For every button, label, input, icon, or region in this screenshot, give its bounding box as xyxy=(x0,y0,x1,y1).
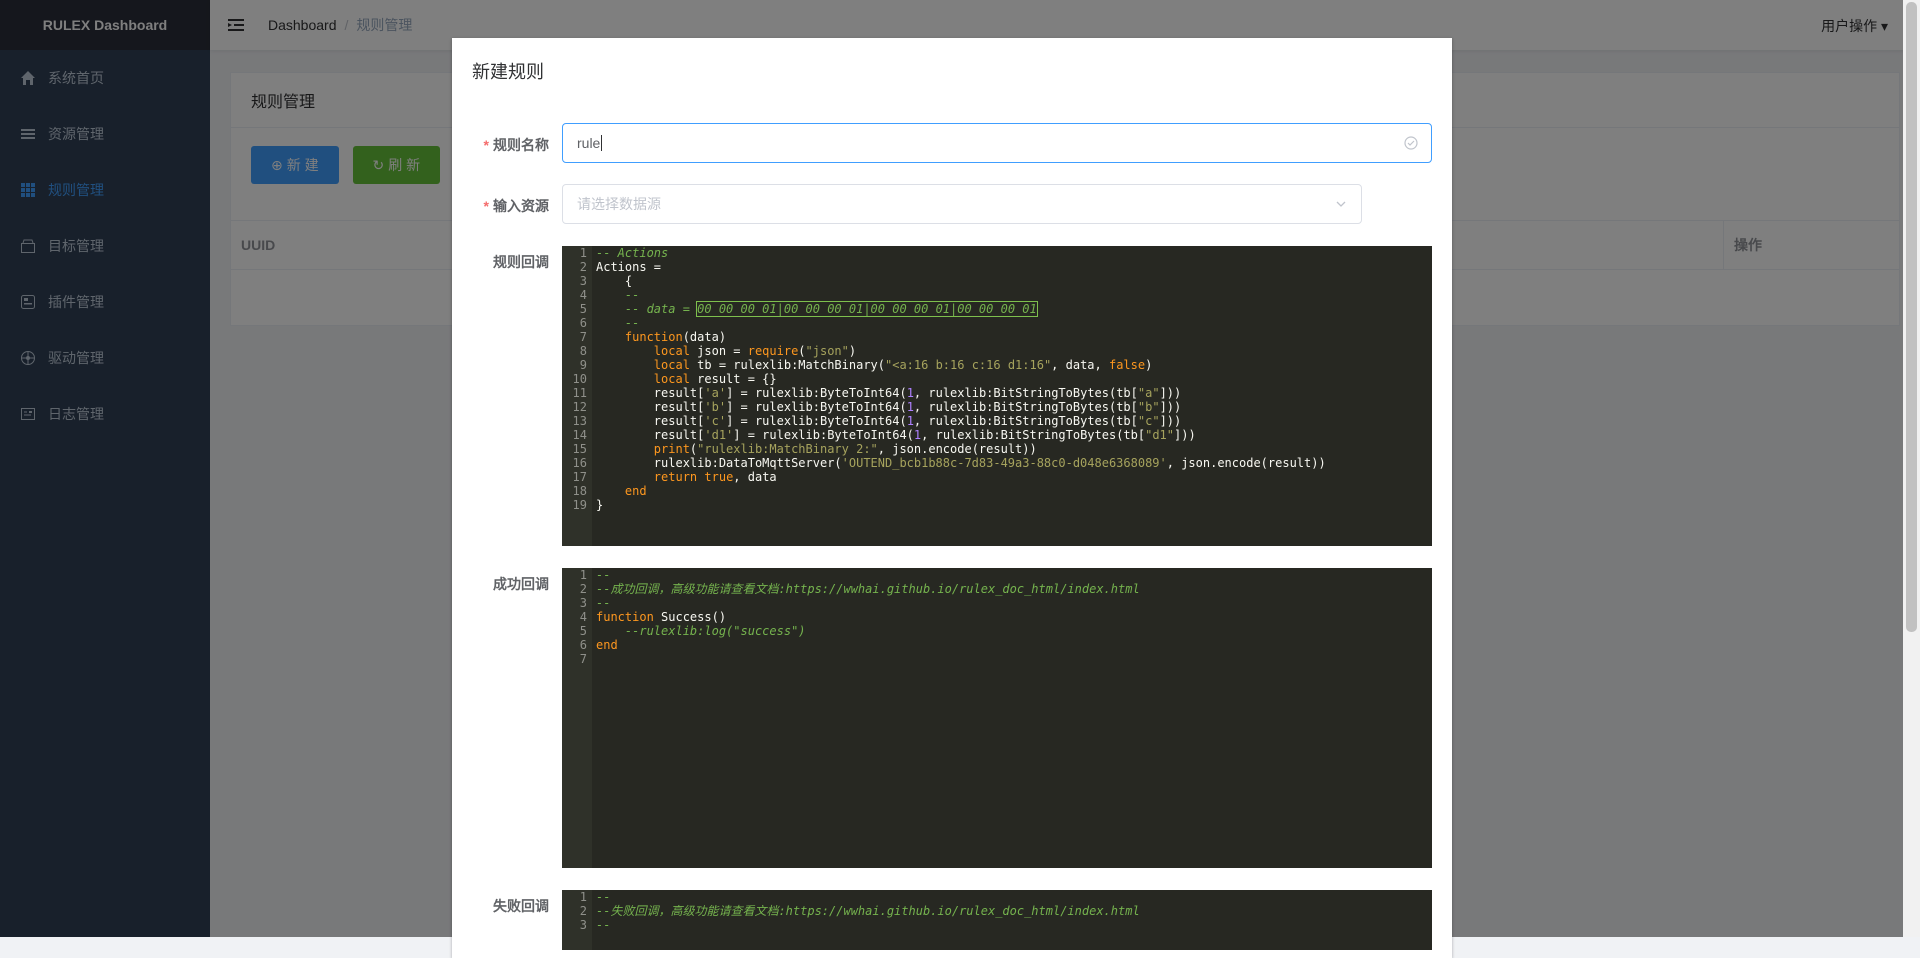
rule-name-input[interactable]: rule xyxy=(562,123,1432,163)
action-code-editor[interactable]: 1 2 3 4 5 6 7 8 9 10 11 12 13 14 15 16 17 18 19 -- Actions… xyxy=(562,246,1432,546)
line-number: 3 xyxy=(579,274,587,288)
code-line: function Success() xyxy=(596,610,727,624)
text-cursor xyxy=(601,135,603,151)
code-line: local tb = rulexlib:MatchBinary("<a:16 b… xyxy=(653,358,1153,372)
line-number: 9 xyxy=(579,358,587,372)
success-label: 成功回调 xyxy=(493,576,549,592)
code-line: Actions = xyxy=(596,260,662,274)
required-mark: * xyxy=(483,137,489,153)
code-line: --rulexlib:log("success") xyxy=(624,624,806,638)
line-number: 15 xyxy=(572,442,587,456)
line-number: 1 xyxy=(579,246,587,260)
code-line: return true, data xyxy=(653,470,777,484)
line-number: 1 xyxy=(579,890,587,904)
line-number: 4 xyxy=(579,610,587,624)
code-line: print("rulexlib:MatchBinary 2:", json.en… xyxy=(653,442,1037,456)
line-number: 13 xyxy=(572,414,587,428)
line-number: 6 xyxy=(579,638,587,652)
line-number: 2 xyxy=(579,904,587,918)
line-number: 3 xyxy=(579,596,587,610)
code-line: function(data) xyxy=(624,330,727,344)
rule-name-value: rule xyxy=(577,135,601,151)
code-line: { xyxy=(596,274,633,288)
line-number: 14 xyxy=(572,428,587,442)
code-line: end xyxy=(596,638,618,652)
line-number: 12 xyxy=(572,400,587,414)
chevron-down-icon xyxy=(1333,196,1349,212)
code-line: -- xyxy=(624,316,640,330)
code-line: -- xyxy=(596,918,611,932)
code-line: -- xyxy=(596,568,611,582)
line-gutter: 1 2 3 4 5 6 7 8 9 10 11 12 13 14 15 16 17 18 19 xyxy=(562,246,592,546)
failed-code-editor[interactable]: 123 -- --失败回调，高级功能请查看文档:https://wwhai.git… xyxy=(562,890,1432,950)
line-number: 8 xyxy=(579,344,587,358)
page-scrollbar[interactable] xyxy=(1903,0,1920,937)
source-label: * 输入资源 xyxy=(452,196,549,216)
line-number: 16 xyxy=(572,456,587,470)
line-number: 7 xyxy=(579,330,587,344)
dialog-title: 新建规则 xyxy=(472,62,544,82)
line-number: 2 xyxy=(579,582,587,596)
code-content: -- --成功回调，高级功能请查看文档:https://wwhai.github.… xyxy=(596,568,1432,666)
line-number: 5 xyxy=(579,624,587,638)
name-label-text: 规则名称 xyxy=(493,137,549,153)
code-line: result['c'] = rulexlib:ByteToInt64(1, ru… xyxy=(596,414,1182,428)
check-circle-icon xyxy=(1403,135,1419,151)
code-content: -- --失败回调，高级功能请查看文档:https://wwhai.github.… xyxy=(596,890,1432,932)
code-line: -- Actions xyxy=(596,246,669,260)
line-number: 5 xyxy=(579,302,587,316)
code-line: result['b'] = rulexlib:ByteToInt64(1, ru… xyxy=(596,400,1182,414)
line-number: 1 xyxy=(579,568,587,582)
line-number: 18 xyxy=(572,484,587,498)
line-number: 19 xyxy=(572,498,587,512)
scrollbar-thumb[interactable] xyxy=(1906,2,1917,632)
code-line: result['d1'] = rulexlib:ByteToInt64(1, r… xyxy=(596,428,1196,442)
line-number: 4 xyxy=(579,288,587,302)
code-line: -- xyxy=(596,890,611,904)
code-line: --成功回调，高级功能请查看文档:https://wwhai.github.io… xyxy=(596,582,1140,596)
code-line: end xyxy=(624,484,647,498)
line-number: 11 xyxy=(572,386,587,400)
code-line: -- xyxy=(624,288,640,302)
code-line: result['a'] = rulexlib:ByteToInt64(1, ru… xyxy=(596,386,1182,400)
code-line: rulexlib:DataToMqttServer('OUTEND_bcb1b8… xyxy=(596,456,1326,470)
line-number: 2 xyxy=(579,260,587,274)
code-line: --失败回调，高级功能请查看文档:https://wwhai.github.io… xyxy=(596,904,1140,918)
line-gutter: 1234567 xyxy=(562,568,592,868)
line-number: 17 xyxy=(572,470,587,484)
action-label: 规则回调 xyxy=(493,254,549,270)
source-label-text: 输入资源 xyxy=(493,198,549,214)
code-line: -- xyxy=(596,596,611,610)
line-number: 7 xyxy=(579,652,587,666)
required-mark: * xyxy=(483,198,489,214)
line-number: 10 xyxy=(572,372,587,386)
code-line: } xyxy=(596,498,604,512)
new-rule-dialog: 新建规则 * 规则名称 rule * 输入资源 请选择数据源 规则回调 123456… xyxy=(452,38,1452,958)
source-select[interactable]: 请选择数据源 xyxy=(562,184,1362,224)
source-placeholder: 请选择数据源 xyxy=(577,196,661,212)
success-code-editor[interactable]: 1234567 -- --成功回调，高级功能请查看文档:https://wwhai… xyxy=(562,568,1432,868)
code-line: -- data = 00 00 00 01|00 00 00 01|00 00 … xyxy=(624,301,1038,317)
code-line: local json = require("json") xyxy=(653,344,857,358)
line-number: 3 xyxy=(579,918,587,932)
code-content: -- Actions Actions = { -- -- data = 00 00… xyxy=(596,246,1432,512)
code-line: local result = {} xyxy=(653,372,777,386)
line-gutter: 123 xyxy=(562,890,592,950)
failed-label: 失败回调 xyxy=(493,898,549,914)
name-label: * 规则名称 xyxy=(452,135,549,155)
line-number: 6 xyxy=(579,316,587,330)
